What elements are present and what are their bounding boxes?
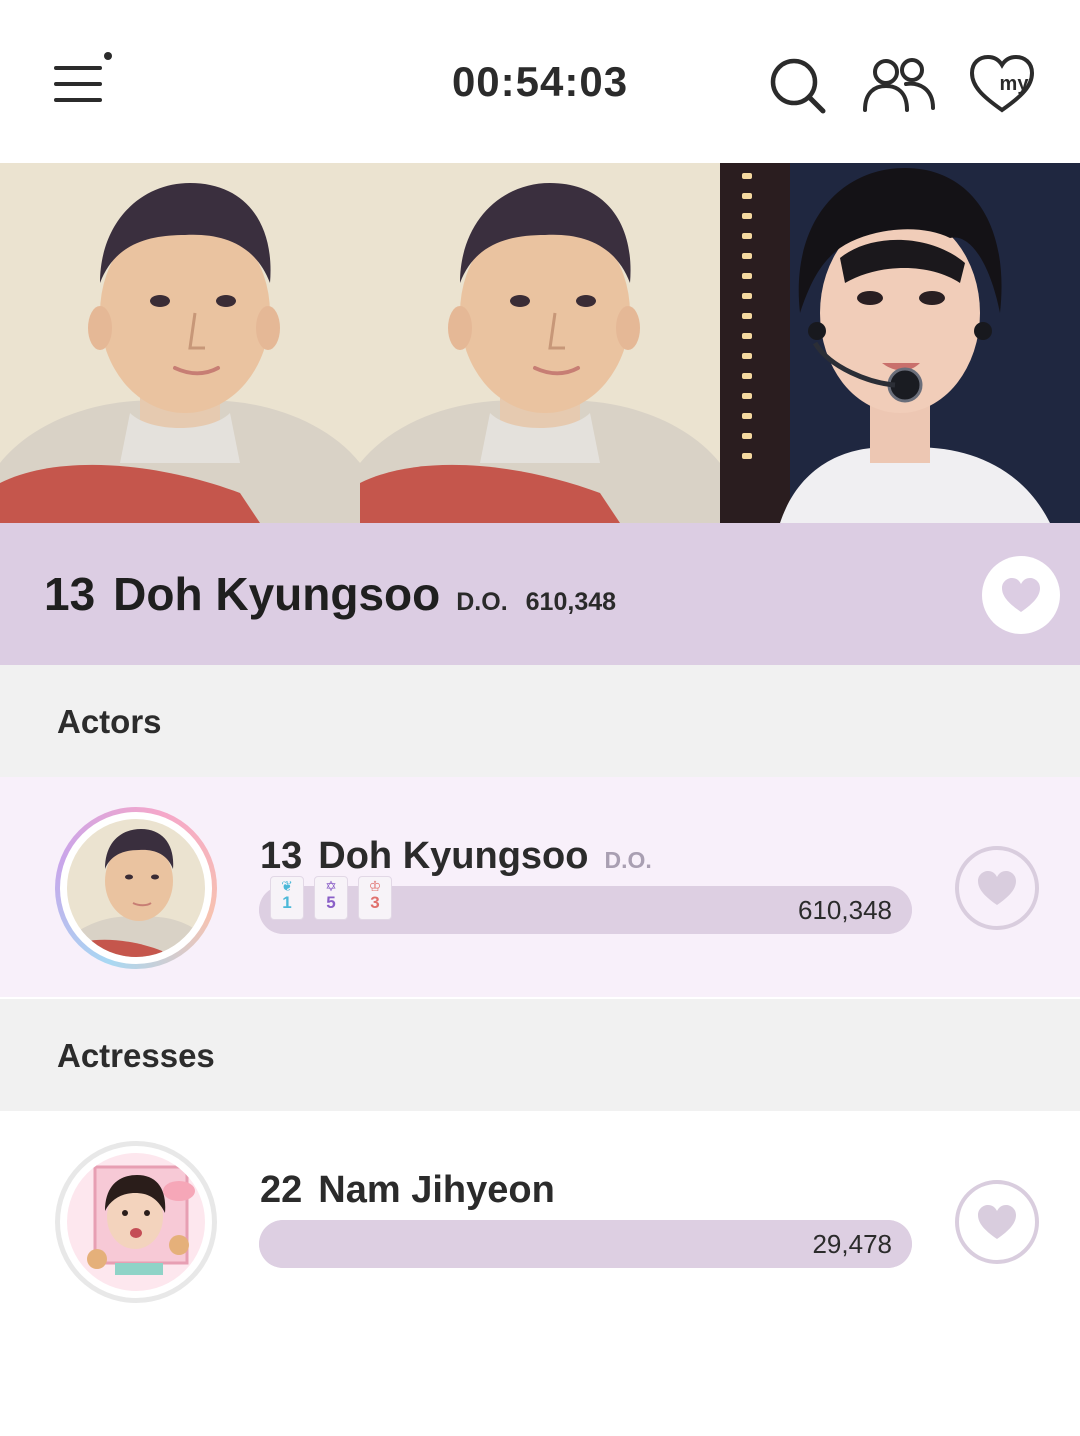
- stage-performer-photo[interactable]: [720, 163, 1080, 523]
- section-header-actors: Actors: [0, 665, 1080, 777]
- row-rank: 22: [260, 1169, 303, 1211]
- heart-icon: [978, 1205, 1016, 1239]
- row-alias: D.O.: [604, 847, 652, 873]
- child-portrait-photo[interactable]: [0, 163, 360, 523]
- row-name-line: 13 Doh Kyungsoo D.O.: [260, 835, 652, 878]
- row-name: Nam Jihyeon: [318, 1169, 555, 1211]
- people-icon[interactable]: [862, 56, 938, 116]
- banner-gallery[interactable]: [0, 163, 1080, 523]
- vote-count: 29,478: [812, 1229, 892, 1259]
- search-icon[interactable]: [768, 56, 828, 116]
- crown-icon: ♔: [368, 878, 382, 894]
- wing-icon: ❦: [281, 878, 293, 894]
- crown-badge: ♔ 3: [358, 876, 392, 920]
- ranking-row[interactable]: 22 Nam Jihyeon 29,478: [0, 1111, 1080, 1331]
- top-bar: 00:54:03 my: [0, 0, 1080, 163]
- wing-badge: ❦ 1: [270, 876, 304, 920]
- vote-progress-bar: 29,478: [259, 1220, 912, 1268]
- vote-heart-button[interactable]: [955, 1180, 1039, 1264]
- section-title: Actresses: [57, 1037, 215, 1074]
- featured-vote-heart-button[interactable]: [982, 556, 1060, 634]
- heart-icon: [1002, 578, 1040, 612]
- featured-name: Doh Kyungsoo: [113, 568, 441, 620]
- featured-alias: D.O.: [456, 588, 508, 616]
- my-label: my: [1000, 73, 1030, 95]
- row-rank: 13: [260, 835, 303, 877]
- badge-list: ❦ 1 ✡ 5 ♔ 3: [270, 876, 392, 920]
- heart-icon: [978, 871, 1016, 905]
- row-name-line: 22 Nam Jihyeon: [260, 1169, 571, 1212]
- section-header-actresses: Actresses: [0, 999, 1080, 1111]
- vote-count: 610,348: [798, 895, 892, 925]
- ranking-row[interactable]: 13 Doh Kyungsoo D.O. 610,348 ❦ 1 ✡ 5 ♔ 3: [0, 777, 1080, 997]
- section-title: Actors: [57, 703, 162, 740]
- avatar[interactable]: [55, 807, 217, 969]
- child-portrait-photo[interactable]: [360, 163, 720, 523]
- my-heart-icon[interactable]: my: [968, 54, 1036, 114]
- avatar[interactable]: [55, 1141, 217, 1303]
- star-badge: ✡ 5: [314, 876, 348, 920]
- featured-rank: 13: [44, 568, 96, 620]
- featured-vote-bar: 13 Doh Kyungsoo D.O. 610,348: [0, 523, 1080, 665]
- featured-vote-count: 610,348: [525, 588, 617, 616]
- row-name: Doh Kyungsoo: [318, 835, 589, 877]
- featured-info: 13 Doh Kyungsoo D.O. 610,348: [44, 567, 616, 621]
- vote-heart-button[interactable]: [955, 846, 1039, 930]
- star-icon: ✡: [325, 878, 337, 894]
